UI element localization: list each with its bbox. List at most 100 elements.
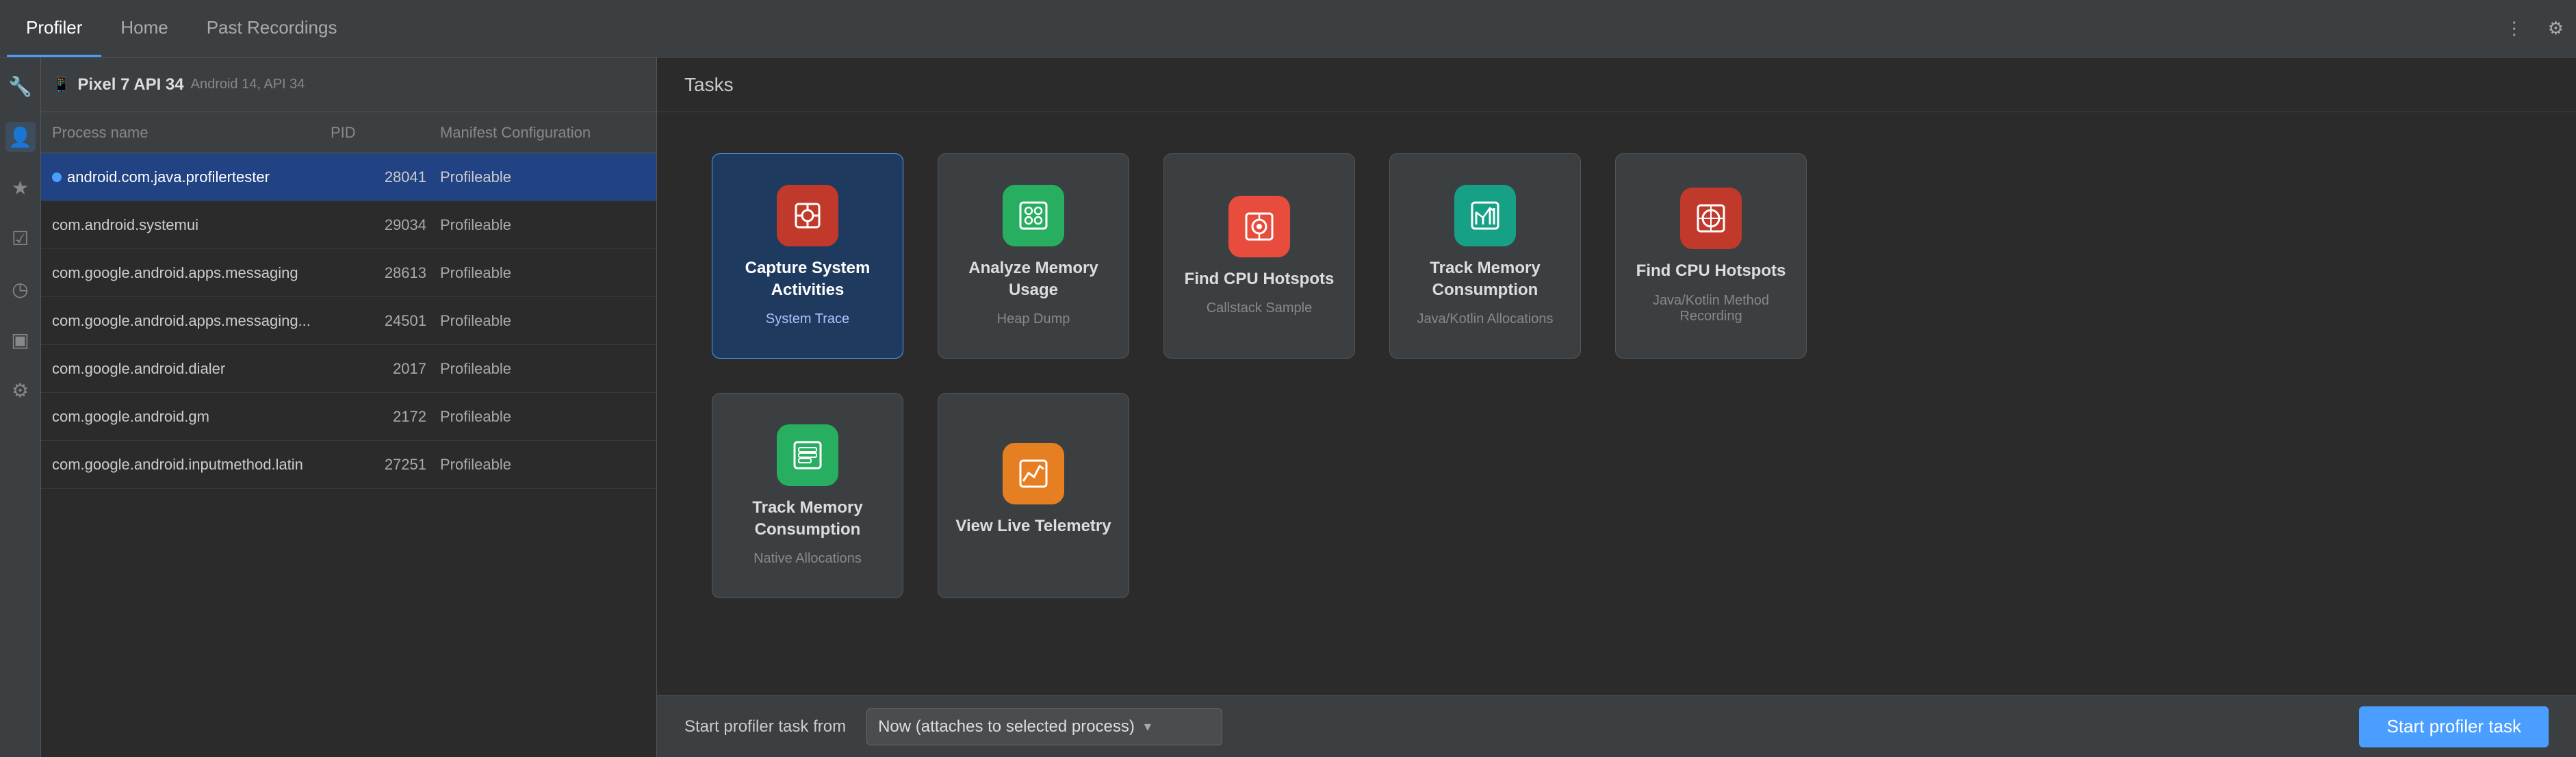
process-name-4: com.google.android.dialer (52, 360, 225, 378)
task-card-system-trace-subtitle: System Trace (766, 311, 849, 327)
device-api: Android 14, API 34 (191, 77, 305, 92)
task-card-method-recording-subtitle: Java/Kotlin Method Recording (1630, 293, 1792, 324)
process-manifest-0: Profileable (440, 168, 645, 186)
col-manifest: Manifest Configuration (440, 124, 645, 142)
task-icon-heap-dump (1003, 185, 1064, 246)
task-icon-native-alloc (777, 424, 838, 486)
device-icon: 📱 (52, 76, 70, 94)
task-card-method-recording[interactable]: Find CPU Hotspots Java/Kotlin Method Rec… (1615, 153, 1807, 359)
task-card-heap-dump-title: Analyze Memory Usage (952, 257, 1115, 300)
process-manifest-1: Profileable (440, 216, 645, 234)
process-manifest-4: Profileable (440, 360, 645, 378)
sidebar-icons: 🔧 👤 ★ ☑ ◷ ▣ ⚙ (0, 57, 41, 757)
process-name-5: com.google.android.gm (52, 408, 209, 426)
process-row-3[interactable]: com.google.android.apps.messaging... 2450… (41, 297, 656, 345)
task-card-system-trace[interactable]: Capture System Activities System Trace (712, 153, 903, 359)
task-card-heap-dump[interactable]: Analyze Memory Usage Heap Dump (938, 153, 1129, 359)
task-card-native-alloc-title: Track Memory Consumption (726, 497, 889, 539)
process-name-cell-2: com.google.android.apps.messaging (52, 264, 331, 282)
settings-icon[interactable]: ⚙ (2542, 12, 2569, 44)
task-card-heap-dump-subtitle: Heap Dump (997, 311, 1070, 327)
sidebar-icon-checklist[interactable]: ☑ (5, 223, 36, 253)
process-pid-5: 2172 (331, 408, 440, 426)
process-row-1[interactable]: com.android.systemui29034Profileable (41, 201, 656, 249)
tab-profiler-label: Profiler (26, 17, 82, 38)
task-card-java-kotlin-alloc[interactable]: Track Memory Consumption Java/Kotlin All… (1389, 153, 1581, 359)
task-card-java-kotlin-title: Track Memory Consumption (1404, 257, 1567, 300)
task-icon-system-trace (777, 185, 838, 246)
tab-past-recordings[interactable]: Past Recordings (188, 0, 357, 57)
task-card-callstack-subtitle: Callstack Sample (1207, 300, 1313, 316)
process-name-0: android.com.java.profilertester (67, 168, 270, 186)
device-name: Pixel 7 API 34 (77, 75, 183, 94)
start-from-label: Start profiler task from (684, 717, 846, 736)
process-name-cell-3: com.google.android.apps.messaging... (52, 312, 331, 330)
dropdown-arrow-icon: ▾ (1144, 718, 1151, 735)
process-name-cell-6: com.google.android.inputmethod.latin (52, 456, 331, 474)
task-card-live-telemetry-title: View Live Telemetry (955, 515, 1111, 537)
bottom-bar: Start profiler task from Now (attaches t… (657, 695, 2576, 757)
process-row-6[interactable]: com.google.android.inputmethod.latin 2725… (41, 441, 656, 489)
process-name-cell-1: com.android.systemui (52, 216, 331, 234)
tasks-title: Tasks (684, 74, 734, 96)
process-pid-2: 28613 (331, 264, 440, 282)
tasks-row-2: Track Memory Consumption Native Allocati… (712, 393, 2521, 598)
process-name-6: com.google.android.inputmethod.latin (52, 456, 303, 474)
process-manifest-5: Profileable (440, 408, 645, 426)
process-pid-4: 2017 (331, 360, 440, 378)
process-name-2: com.google.android.apps.messaging (52, 264, 298, 282)
process-row-0[interactable]: android.com.java.profilertester 28041Prof… (41, 153, 656, 201)
process-name-1: com.android.systemui (52, 216, 198, 234)
tasks-panel: Tasks Capture Syste (657, 57, 2576, 757)
process-manifest-6: Profileable (440, 456, 645, 474)
col-pid: PID (331, 124, 440, 142)
process-name-3: com.google.android.apps.messaging... (52, 312, 311, 330)
task-card-java-kotlin-subtitle: Java/Kotlin Allocations (1417, 311, 1553, 327)
task-card-native-alloc-subtitle: Native Allocations (754, 551, 862, 567)
tab-home-label: Home (120, 17, 168, 38)
tab-profiler[interactable]: Profiler (7, 0, 101, 57)
sidebar-icon-cog[interactable]: ⚙ (5, 375, 36, 405)
task-icon-callstack (1228, 196, 1290, 257)
process-pid-0: 28041 (331, 168, 440, 186)
process-name-cell-5: com.google.android.gm (52, 408, 331, 426)
process-row-2[interactable]: com.google.android.apps.messaging 28613Pr… (41, 249, 656, 297)
task-card-native-alloc[interactable]: Track Memory Consumption Native Allocati… (712, 393, 903, 598)
process-dot-0 (52, 172, 62, 182)
dropdown-value: Now (attaches to selected process) (878, 717, 1135, 736)
task-icon-method-recording (1680, 188, 1742, 249)
profiler-task-dropdown[interactable]: Now (attaches to selected process) ▾ (866, 708, 1222, 745)
sidebar-icon-terminal[interactable]: ▣ (5, 324, 36, 355)
process-name-cell-4: com.google.android.dialer (52, 360, 331, 378)
task-card-system-trace-title: Capture System Activities (726, 257, 889, 300)
sidebar-icon-tool[interactable]: 🔧 (5, 71, 36, 101)
process-row-4[interactable]: com.google.android.dialer 2017Profileable (41, 345, 656, 393)
process-manifest-2: Profileable (440, 264, 645, 282)
task-icon-java-kotlin-alloc (1454, 185, 1516, 246)
main-layout: 🔧 👤 ★ ☑ ◷ ▣ ⚙ 📱 Pixel 7 API 34 Android 1… (0, 57, 2576, 757)
tab-bar: Profiler Home Past Recordings ⋮ ⚙ (0, 0, 2576, 57)
task-card-method-recording-title: Find CPU Hotspots (1636, 260, 1786, 281)
task-card-callstack[interactable]: Find CPU Hotspots Callstack Sample (1163, 153, 1355, 359)
tab-home[interactable]: Home (101, 0, 187, 57)
col-process-name: Process name (52, 124, 331, 142)
sidebar-icon-clock[interactable]: ◷ (5, 274, 36, 304)
start-profiler-button[interactable]: Start profiler task (2359, 706, 2549, 747)
sidebar-icon-star[interactable]: ★ (5, 172, 36, 203)
sidebar-icon-profile[interactable]: 👤 (5, 122, 36, 152)
process-pid-6: 27251 (331, 456, 440, 474)
task-card-live-telemetry[interactable]: View Live Telemetry (938, 393, 1129, 598)
task-icon-live-telemetry (1003, 443, 1064, 504)
process-table-header: Process name PID Manifest Configuration (41, 112, 656, 153)
process-row-5[interactable]: com.google.android.gm 2172Profileable (41, 393, 656, 441)
process-pid-3: 24501 (331, 312, 440, 330)
tasks-grid: Capture System Activities System Trace (657, 112, 2576, 695)
tasks-header: Tasks (657, 57, 2576, 112)
tasks-row-1: Capture System Activities System Trace (712, 153, 2521, 359)
task-card-callstack-title: Find CPU Hotspots (1185, 268, 1335, 290)
process-name-cell-0: android.com.java.profilertester (52, 168, 331, 186)
tab-bar-actions: ⋮ ⚙ (2500, 12, 2569, 44)
more-options-icon[interactable]: ⋮ (2500, 12, 2529, 44)
tab-past-recordings-label: Past Recordings (207, 17, 337, 38)
device-row: 📱 Pixel 7 API 34 Android 14, API 34 (41, 57, 656, 112)
